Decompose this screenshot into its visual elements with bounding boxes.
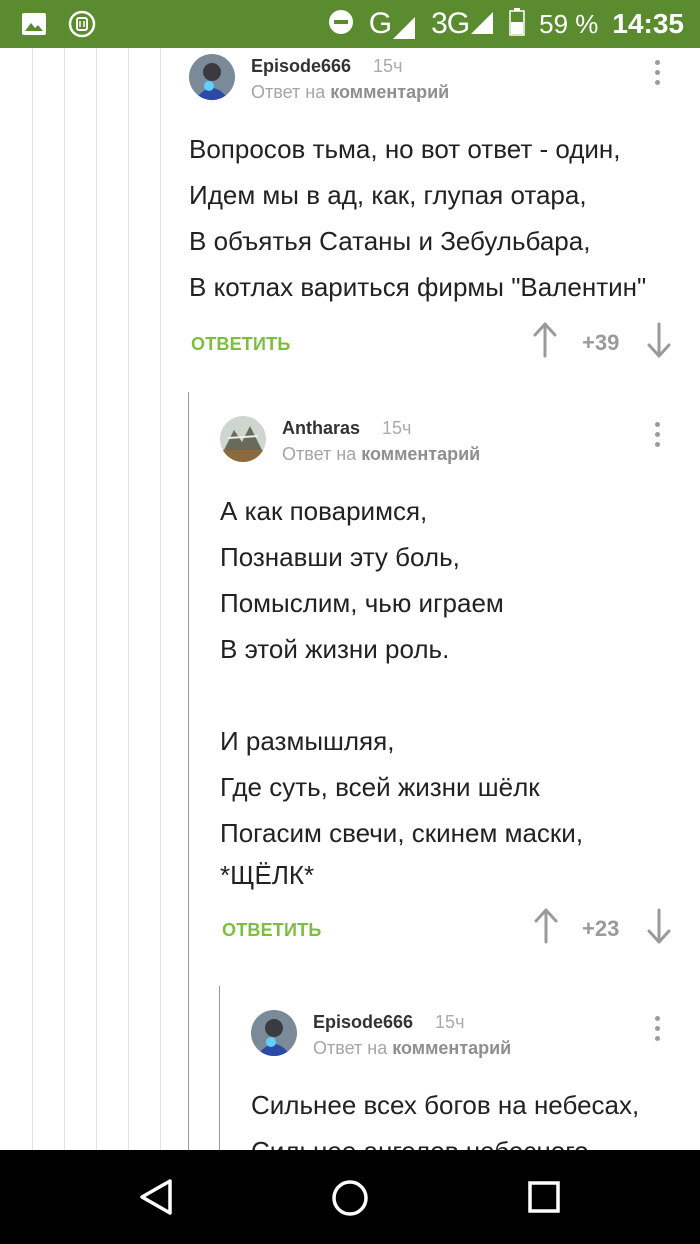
status-bar: G 3G 3G 59 % 14:35 [0,0,700,48]
downvote-icon[interactable] [646,322,672,358]
thread-line-active [219,986,220,1150]
comment-header: Episode666 15ч Ответ на комментарий [189,54,679,114]
comment-time: 15ч [435,1012,465,1032]
thread-line [160,48,161,1150]
back-triangle-icon[interactable] [138,1178,174,1216]
rating: +39 [582,330,620,355]
more-menu-icon[interactable] [655,60,661,90]
thread-line [32,48,33,1150]
avatar[interactable] [189,54,235,100]
upvote-icon[interactable] [532,322,558,358]
gallery-notification-icon [20,10,48,43]
comment-header: Episode666 15ч Ответ на комментарий [251,1010,680,1070]
comment-body: А как поваримся, Познавши эту боль, Помы… [220,496,584,890]
thread-line [96,48,97,1150]
reply-button[interactable]: ОТВЕТИТЬ [191,334,290,355]
reply-to-link[interactable]: комментарий [361,444,480,464]
recent-square-icon[interactable] [527,1180,561,1214]
comment-body: Сильнее всех богов на небесах, Сильнее а… [251,1090,640,1150]
do-not-disturb-icon [327,8,355,41]
reply-to-line: Ответ на комментарий [313,1038,512,1058]
more-menu-icon[interactable] [655,422,661,452]
navigation-bar [0,1150,700,1244]
signal-icon [393,17,416,39]
avatar[interactable] [220,416,266,462]
thread-line [64,48,65,1150]
comment: Episode666 15ч Ответ на комментарий Сильн… [251,1010,680,1150]
comment-body: Вопросов тьма, но вот ответ - один, Идем… [189,134,647,302]
downvote-icon[interactable] [646,908,672,944]
upvote-icon[interactable] [533,908,559,944]
comment: Antharas 15ч Ответ на комментарий А как п… [220,416,680,958]
reply-to-line: Ответ на комментарий [251,82,450,102]
signal-3g-icon [471,12,494,34]
avatar[interactable] [251,1010,297,1056]
app-notification-icon [68,10,96,43]
reply-button[interactable]: ОТВЕТИТЬ [222,920,321,941]
network-3g-label: 3G [431,7,470,40]
comment: Episode666 15ч Ответ на комментарий Вопро… [189,54,679,372]
battery-percent: 59 % [539,8,599,39]
reply-to-line: Ответ на комментарий [282,444,481,464]
more-menu-icon[interactable] [655,1016,661,1046]
rating: +23 [582,916,620,941]
thread-line-active [188,392,189,1150]
comment-time: 15ч [373,56,403,76]
comment-header: Antharas 15ч Ответ на комментарий [220,416,680,476]
author-name[interactable]: Episode666 15ч [251,56,402,77]
comment-footer: ОТВЕТИТЬ +23 [220,908,680,958]
author-name[interactable]: Antharas 15ч [282,418,411,439]
reply-to-link[interactable]: комментарий [330,82,449,102]
clock: 14:35 [612,8,684,39]
comment-time: 15ч [382,418,412,438]
thread-line [128,48,129,1150]
reply-to-link[interactable]: комментарий [392,1038,511,1058]
home-circle-icon[interactable] [331,1179,369,1217]
author-name[interactable]: Episode666 15ч [313,1012,464,1033]
network-g-label: G [368,7,392,40]
comment-footer: ОТВЕТИТЬ +39 [189,322,679,372]
battery-icon [509,7,525,41]
